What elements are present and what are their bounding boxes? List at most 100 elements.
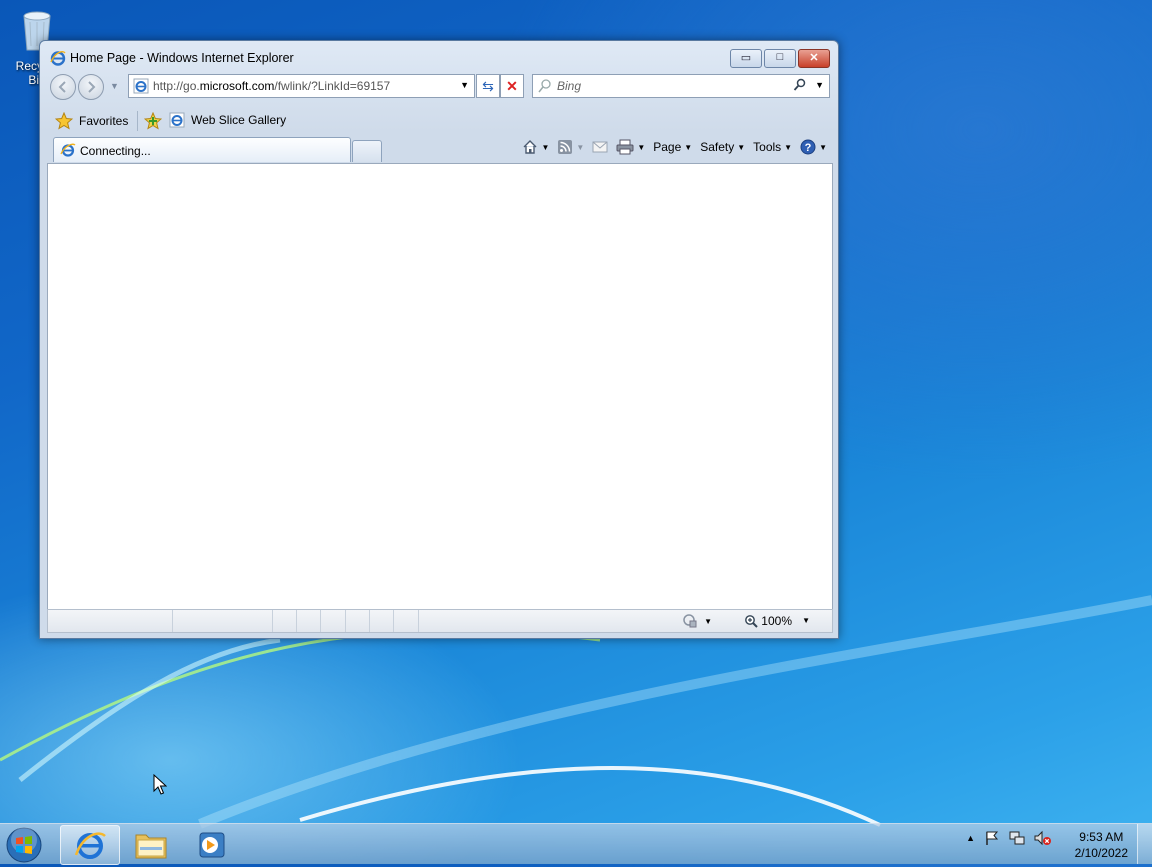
home-icon — [523, 140, 537, 154]
close-icon: ✕ — [809, 52, 819, 64]
home-dropdown-icon[interactable]: ▼ — [541, 143, 549, 152]
zoom-level: 100% — [761, 614, 792, 628]
network-icon[interactable] — [1009, 830, 1025, 846]
status-bar: ▼ 100% ▼ — [47, 609, 833, 633]
favorites-label: Favorites — [79, 114, 129, 128]
status-pane-divider — [272, 610, 273, 632]
safety-menu[interactable]: Safety ▼ — [700, 140, 745, 154]
address-dropdown-icon[interactable]: ▼ — [460, 80, 469, 90]
tools-menu-dropdown-icon: ▼ — [784, 142, 793, 152]
tools-menu-label: Tools — [753, 140, 782, 154]
web-slice-gallery-link[interactable]: Web Slice Gallery — [169, 112, 286, 128]
action-center-flag-icon[interactable] — [984, 830, 1000, 846]
page-menu-dropdown-icon: ▼ — [684, 142, 693, 152]
favorites-star-icon — [55, 112, 73, 130]
command-bar: ▼ ▼ ▼ Page ▼ Safety ▼ Tools ▼ ? ▼ — [522, 139, 827, 155]
safety-menu-label: Safety — [700, 140, 735, 154]
search-placeholder: Bing — [557, 79, 582, 93]
tools-menu[interactable]: Tools ▼ — [753, 140, 792, 154]
refresh-icon: ⇆ — [482, 78, 494, 94]
web-slice-gallery-label: Web Slice Gallery — [191, 113, 287, 127]
page-ie-icon — [133, 78, 149, 94]
title-bar[interactable]: Home Page - Windows Internet Explorer ▭ … — [40, 41, 838, 71]
print-button[interactable]: ▼ — [616, 139, 645, 155]
back-button[interactable] — [50, 74, 76, 100]
tab-ie-icon — [60, 143, 76, 157]
search-options-dropdown-icon[interactable]: ▼ — [815, 80, 824, 90]
taskbar-windows-explorer[interactable] — [122, 825, 180, 863]
feeds-dropdown-icon[interactable]: ▼ — [576, 143, 584, 152]
forward-arrow-icon — [88, 81, 96, 93]
favorites-bar: Favorites Web Slice Gallery — [41, 107, 837, 135]
search-provider-icon — [538, 79, 551, 93]
new-tab-button[interactable] — [352, 140, 382, 162]
taskbar-internet-explorer[interactable] — [60, 825, 120, 865]
help-icon: ? — [800, 139, 816, 155]
favorites-separator — [137, 111, 138, 131]
windows-orb-icon — [6, 827, 42, 863]
page-content[interactable] — [47, 163, 833, 610]
status-pane-divider — [320, 610, 321, 632]
stop-x-icon: ✕ — [506, 78, 518, 94]
protected-mode-dropdown-icon: ▼ — [704, 616, 712, 626]
recent-pages-dropdown-icon[interactable]: ▼ — [110, 81, 119, 91]
close-button[interactable]: ✕ — [798, 49, 830, 68]
maximize-button[interactable]: □ — [764, 49, 796, 68]
printer-icon — [616, 139, 634, 155]
status-pane-divider — [172, 610, 173, 632]
protected-mode-button[interactable]: ▼ — [682, 613, 712, 629]
mouse-cursor-icon — [153, 774, 167, 795]
status-pane-divider — [369, 610, 370, 632]
taskbar-media-player[interactable] — [182, 825, 240, 863]
read-mail-button[interactable] — [592, 140, 608, 154]
address-bar[interactable]: http://go.microsoft.com/fwlink/?LinkId=6… — [128, 74, 475, 98]
window-title: Home Page - Windows Internet Explorer — [70, 51, 294, 65]
taskbar: ▲ 9:53 AM 2/10/2022 — [0, 823, 1152, 865]
show-desktop-button[interactable] — [1137, 824, 1152, 864]
web-slice-ie-icon — [169, 112, 185, 128]
zoom-dropdown-icon[interactable]: ▼ — [802, 616, 810, 625]
add-to-favorites-bar-button[interactable] — [144, 112, 162, 130]
rss-feed-icon — [558, 140, 573, 154]
status-pane-divider — [393, 610, 394, 632]
compatibility-refresh-button[interactable]: ⇆ — [476, 74, 500, 98]
address-url: http://go.microsoft.com/fwlink/?LinkId=6… — [153, 79, 391, 93]
search-box[interactable]: Bing ▼ — [532, 74, 830, 98]
mail-icon — [592, 141, 608, 153]
media-player-icon — [199, 832, 225, 858]
tab-label: Connecting... — [80, 144, 151, 158]
page-menu[interactable]: Page ▼ — [653, 140, 692, 154]
taskbar-ie-icon — [74, 832, 106, 859]
clock-time: 9:53 AM — [1079, 830, 1124, 844]
folder-icon — [135, 834, 167, 859]
home-button[interactable]: ▼ — [522, 139, 549, 155]
status-pane-divider — [345, 610, 346, 632]
help-menu[interactable]: ? ▼ — [800, 139, 827, 155]
stop-button[interactable]: ✕ — [500, 74, 524, 98]
ie-logo-icon — [50, 51, 66, 66]
svg-text:?: ? — [805, 142, 812, 154]
show-hidden-icons-arrow-icon[interactable]: ▲ — [966, 833, 975, 843]
print-dropdown-icon[interactable]: ▼ — [637, 143, 645, 152]
start-button[interactable] — [4, 826, 48, 864]
tab-row: Connecting... ▼ ▼ ▼ Page ▼ Safety ▼ Tool… — [41, 135, 837, 163]
favorites-button[interactable]: Favorites — [55, 112, 128, 130]
search-go-icon[interactable] — [793, 78, 807, 92]
help-dropdown-icon: ▼ — [819, 142, 827, 152]
page-menu-label: Page — [653, 140, 682, 154]
protected-mode-icon — [683, 614, 697, 628]
ie-window: Home Page - Windows Internet Explorer ▭ … — [39, 40, 839, 639]
tab-connecting[interactable]: Connecting... — [53, 137, 351, 162]
volume-muted-icon[interactable] — [1034, 830, 1052, 846]
clock-date: 2/10/2022 — [1074, 846, 1128, 860]
taskbar-clock[interactable]: 9:53 AM 2/10/2022 — [1075, 829, 1128, 861]
feeds-button[interactable]: ▼ — [557, 139, 584, 155]
status-pane-divider — [296, 610, 297, 632]
safety-menu-dropdown-icon: ▼ — [737, 142, 746, 152]
minimize-button[interactable]: ▭ — [730, 49, 762, 68]
add-favorite-star-icon — [144, 112, 162, 130]
zoom-button[interactable]: 100% — [744, 614, 792, 628]
back-arrow-icon — [58, 81, 66, 93]
maximize-icon: □ — [776, 51, 784, 63]
forward-button[interactable] — [78, 74, 104, 100]
